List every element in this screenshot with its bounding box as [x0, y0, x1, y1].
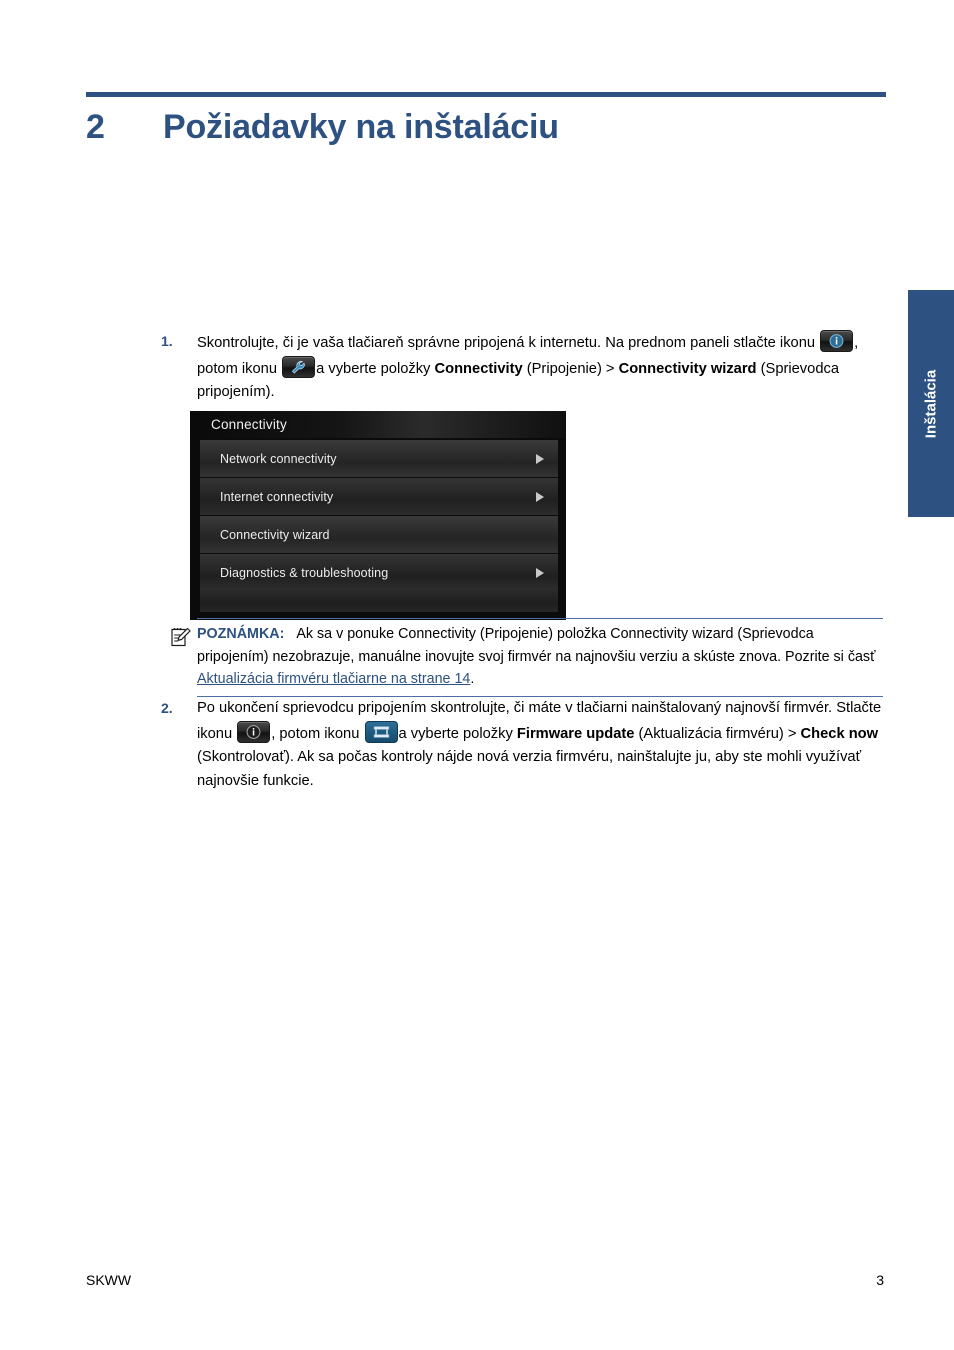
wrench-icon	[282, 355, 316, 378]
note-box: POZNÁMKA: Ak sa v ponuke Connectivity (Pr…	[170, 618, 883, 697]
device-menu-item-label: Network connectivity	[220, 452, 337, 466]
note-pencil-icon	[170, 626, 192, 648]
info-icon	[237, 720, 271, 743]
device-menu-item-label: Internet connectivity	[220, 490, 334, 504]
printer-icon	[364, 720, 398, 743]
chevron-right-icon	[536, 453, 544, 464]
step1-text-part1: Skontrolujte, či je vaša tlačiareň správ…	[197, 335, 816, 351]
note-body-text-end: .	[470, 671, 475, 687]
device-screen-footer-bar	[200, 590, 558, 612]
device-screen-title: Connectivity	[190, 411, 566, 438]
step1-bold-connectivity-wizard: Connectivity wizard	[618, 360, 757, 377]
chevron-right-icon	[536, 567, 544, 578]
step-item-2: 2. Po ukončení sprievodcu pripojením sko…	[161, 697, 883, 793]
chapter-title: Požiadavky na inštaláciu	[163, 108, 559, 146]
footer-locale-code: SKWW	[86, 1272, 132, 1288]
step2-text-part4: (Aktualizácia firmvéru) >	[638, 725, 797, 742]
step-marker: 2.	[161, 700, 173, 716]
side-tab-label: Inštalácia	[922, 369, 940, 438]
note-label: POZNÁMKA:	[197, 626, 285, 642]
device-menu-item-network-connectivity[interactable]: Network connectivity	[200, 440, 558, 478]
side-tab-installation: Inštalácia	[908, 290, 954, 517]
step1-text-part3: a vyberte položky	[316, 360, 431, 377]
page-title: 2 Požiadavky na inštaláciu	[86, 108, 886, 147]
chevron-right-icon	[536, 491, 544, 502]
note-cross-reference-link[interactable]: Aktualizácia firmvéru tlačiarne na stran…	[197, 671, 470, 687]
device-menu-item-label: Connectivity wizard	[220, 528, 330, 542]
note-text: POZNÁMKA: Ak sa v ponuke Connectivity (Pr…	[197, 618, 883, 697]
step1-bold-connectivity: Connectivity	[434, 360, 523, 377]
device-menu-item-diagnostics-troubleshooting[interactable]: Diagnostics & troubleshooting	[200, 554, 558, 592]
note-body-text: Ak sa v ponuke Connectivity (Pripojenie)…	[197, 626, 876, 665]
step-body: Po ukončení sprievodcu pripojením skontr…	[197, 697, 883, 793]
step2-text-part5: (Skontrolovať). Ak sa počas kontroly náj…	[197, 749, 862, 789]
device-menu-item-connectivity-wizard[interactable]: Connectivity wizard	[200, 516, 558, 554]
footer-page-number: 3	[876, 1272, 884, 1288]
step1-text-part4: (Pripojenie) >	[526, 360, 615, 377]
step2-bold-check-now: Check now	[800, 725, 879, 742]
device-screenshot-connectivity-menu: Connectivity Network connectivity Intern…	[190, 411, 566, 620]
chapter-heading-rule	[86, 92, 886, 97]
device-menu-list: Network connectivity Internet connectivi…	[200, 440, 558, 592]
info-icon	[820, 330, 854, 352]
step2-text-part2: , potom ikonu	[271, 725, 360, 742]
step-body: Skontrolujte, či je vaša tlačiareň správ…	[197, 330, 883, 405]
step-marker: 1.	[161, 333, 173, 349]
note-rule-top	[197, 618, 883, 619]
step2-bold-firmware-update: Firmware update	[516, 725, 635, 742]
device-menu-item-internet-connectivity[interactable]: Internet connectivity	[200, 478, 558, 516]
step2-text-part3: a vyberte položky	[398, 725, 513, 742]
device-menu-item-label: Diagnostics & troubleshooting	[220, 566, 389, 580]
chapter-number: 2	[86, 108, 105, 146]
step-item-1: 1. Skontrolujte, či je vaša tlačiareň sp…	[161, 330, 883, 405]
